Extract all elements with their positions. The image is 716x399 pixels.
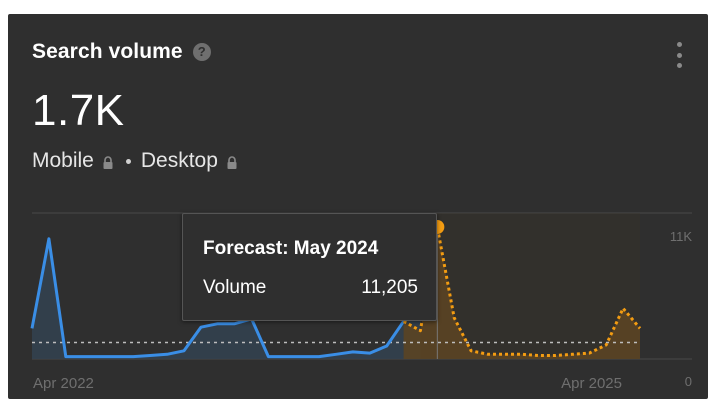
forecast-point[interactable] bbox=[638, 326, 642, 330]
historical-point[interactable] bbox=[317, 355, 321, 359]
x-axis-end-label: Apr 2025 bbox=[561, 375, 622, 392]
historical-point[interactable] bbox=[385, 344, 389, 348]
forecast-point[interactable] bbox=[520, 352, 524, 356]
historical-point[interactable] bbox=[368, 351, 372, 355]
chart-tooltip: Forecast: May 2024 Volume 11,205 bbox=[182, 213, 437, 321]
historical-point[interactable] bbox=[334, 352, 338, 356]
forecast-point[interactable] bbox=[503, 352, 507, 356]
y-axis-min-label: 0 bbox=[685, 374, 692, 389]
historical-point[interactable] bbox=[81, 355, 85, 359]
historical-point[interactable] bbox=[351, 350, 355, 354]
forecast-point[interactable] bbox=[537, 354, 541, 358]
forecast-point[interactable] bbox=[554, 354, 558, 358]
historical-point[interactable] bbox=[98, 355, 102, 359]
y-axis-max-label: 11K bbox=[670, 229, 692, 244]
tooltip-metric-label: Volume bbox=[203, 277, 267, 298]
historical-point[interactable] bbox=[47, 237, 51, 241]
historical-point[interactable] bbox=[182, 349, 186, 353]
historical-point[interactable] bbox=[233, 322, 237, 326]
forecast-point[interactable] bbox=[621, 306, 625, 310]
forecast-point[interactable] bbox=[418, 329, 422, 333]
historical-point[interactable] bbox=[30, 326, 34, 330]
historical-point[interactable] bbox=[131, 355, 135, 359]
forecast-point[interactable] bbox=[570, 352, 574, 356]
x-axis-start-label: Apr 2022 bbox=[33, 375, 94, 392]
tooltip-metric-value: 11,205 bbox=[361, 277, 418, 298]
search-volume-chart[interactable]: 11K 0 Apr 2022 Apr 2025 bbox=[8, 14, 708, 399]
historical-point[interactable] bbox=[199, 325, 203, 329]
search-volume-card: Search volume ? 1.7K Mobile Desktop 11K bbox=[8, 14, 708, 399]
forecast-point[interactable] bbox=[587, 351, 591, 355]
historical-point[interactable] bbox=[64, 355, 68, 359]
historical-point[interactable] bbox=[114, 355, 118, 359]
forecast-point[interactable] bbox=[469, 349, 473, 353]
historical-point[interactable] bbox=[266, 355, 270, 359]
forecast-point[interactable] bbox=[604, 343, 608, 347]
tooltip-title: Forecast: May 2024 bbox=[203, 238, 379, 259]
historical-point[interactable] bbox=[283, 355, 287, 359]
historical-point[interactable] bbox=[300, 355, 304, 359]
forecast-point[interactable] bbox=[452, 316, 456, 320]
forecast-point[interactable] bbox=[486, 352, 490, 356]
historical-point[interactable] bbox=[148, 354, 152, 358]
historical-point[interactable] bbox=[165, 352, 169, 356]
historical-point[interactable] bbox=[216, 322, 220, 326]
